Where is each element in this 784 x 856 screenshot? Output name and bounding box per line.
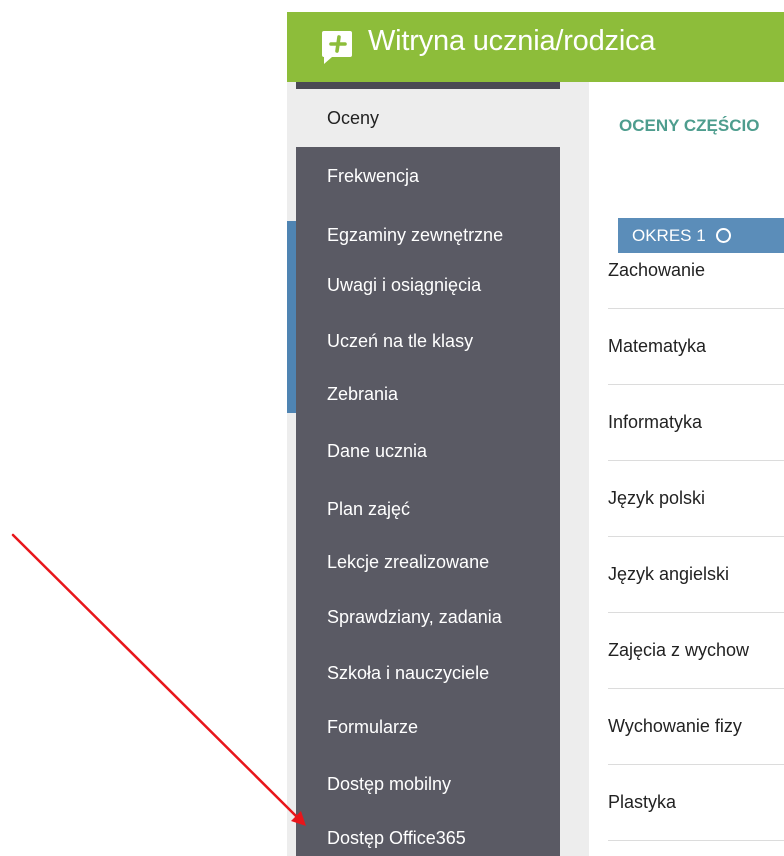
chat-plus-icon — [322, 31, 352, 64]
subject-row: Informatyka — [608, 385, 784, 461]
sidebar-item-lekcje-zrealizowane[interactable]: Lekcje zrealizowane — [296, 533, 560, 591]
sidebar-item-formularze[interactable]: Formularze — [296, 698, 560, 756]
sidebar-item-oceny[interactable]: Oceny — [296, 89, 560, 147]
subject-row: Zajęcia z wychow — [608, 613, 784, 689]
content-gutter — [560, 82, 589, 856]
subject-name: Język angielski — [608, 564, 730, 584]
subject-name: Informatyka — [608, 412, 703, 432]
grades-panel: OCENY CZĘŚCIO OKRES 1 Zachowanie Matemat… — [589, 92, 784, 856]
subject-row: Wychowanie fizy — [608, 689, 784, 765]
sidebar-menu: Oceny Frekwencja Egzaminy zewnętrzne Uwa… — [296, 82, 560, 856]
subject-row: Plastyka — [608, 765, 784, 841]
sidebar-item-dostep-mobilny[interactable]: Dostęp mobilny — [296, 755, 560, 813]
sidebar-item-dostep-office365[interactable]: Dostęp Office365 — [296, 809, 560, 856]
sidebar-item-frekwencja[interactable]: Frekwencja — [296, 147, 560, 205]
sidebar-top-border — [296, 82, 560, 89]
subject-name: Zachowanie — [608, 260, 706, 280]
subject-name: Matematyka — [608, 336, 707, 356]
subject-row: Matematyka — [608, 309, 784, 385]
sidebar-item-dane-ucznia[interactable]: Dane ucznia — [296, 422, 560, 480]
subject-name: Język polski — [608, 488, 706, 508]
app-header: Witryna ucznia/rodzica — [287, 12, 784, 82]
subject-row: Język angielski — [608, 537, 784, 613]
subject-name: Wychowanie fizy — [608, 716, 742, 736]
left-accent-strip — [287, 221, 296, 413]
sidebar-item-szkola-i-nauczyciele[interactable]: Szkoła i nauczyciele — [296, 644, 560, 702]
subject-row: Język polski — [608, 461, 784, 537]
subject-name: Zajęcia z wychow — [608, 640, 750, 660]
sidebar-item-zebrania[interactable]: Zebrania — [296, 365, 560, 423]
screenshot-stage: Witryna ucznia/rodzica Oceny Frekwencja … — [0, 0, 784, 856]
sidebar-item-uczen-na-tle-klasy[interactable]: Uczeń na tle klasy — [296, 312, 560, 370]
sidebar-item-sprawdziany-zadania[interactable]: Sprawdziany, zadania — [296, 588, 560, 646]
subject-name: Plastyka — [608, 792, 677, 812]
subject-row: Zachowanie — [608, 233, 784, 309]
section-title: OCENY CZĘŚCIO — [619, 116, 760, 135]
left-background-strip — [287, 82, 296, 856]
sidebar-item-uwagi-i-osiagniecia[interactable]: Uwagi i osiągnięcia — [296, 256, 560, 314]
sidebar-item-plan-zajec[interactable]: Plan zajęć — [296, 480, 560, 538]
app-title: Witryna ucznia/rodzica — [368, 25, 656, 57]
